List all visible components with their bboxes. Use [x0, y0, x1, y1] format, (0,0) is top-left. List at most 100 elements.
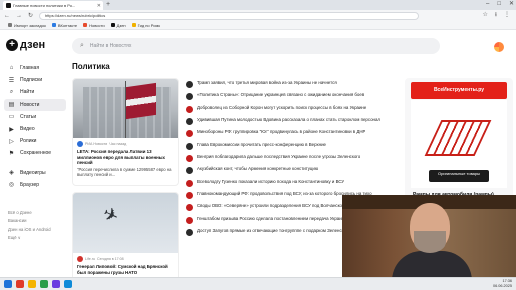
- import-icon: [8, 23, 12, 27]
- card-source: Life.ru Сегодня в 17:08: [73, 253, 178, 262]
- ad-badge: Оригинальные товары: [429, 170, 489, 182]
- clips-icon: ▷: [9, 138, 14, 145]
- sidebar-item-home[interactable]: ⌂ Главная: [4, 62, 66, 74]
- news-headline: Доброволец из Соборной Корон могут ускор…: [197, 104, 367, 110]
- window-controls: – □ ✕: [486, 0, 514, 9]
- source-logo-icon: [186, 118, 193, 126]
- app-icon[interactable]: [16, 280, 24, 288]
- source-logo-icon: [77, 256, 83, 262]
- news-item[interactable]: «Политика Страны»: Отрицание украинцев с…: [186, 92, 400, 104]
- sidebar-item-browser[interactable]: ◎ Браузер: [4, 179, 66, 191]
- footer-link[interactable]: Дзен на iOS и Android: [8, 226, 51, 234]
- browser-tab[interactable]: Главные новости политики в Ро... ✕: [3, 1, 103, 10]
- folder-icon[interactable]: [28, 280, 36, 288]
- chrome-icon[interactable]: [40, 280, 48, 288]
- news-photo: [73, 79, 178, 138]
- news-photo: ✈: [73, 193, 178, 253]
- source-logo-icon: [186, 93, 193, 101]
- news-card[interactable]: РИА Новости Час назад LETA: Россия перед…: [72, 78, 179, 186]
- sidebar-item-games[interactable]: ◈ Видеоигры: [4, 167, 66, 179]
- search-icon: ⌕: [80, 42, 84, 49]
- news-headline: Генштабом призыва Россию сделала постано…: [197, 215, 347, 221]
- bookmark-item[interactable]: ВКонтакте: [51, 23, 77, 28]
- back-icon[interactable]: ←: [4, 13, 10, 19]
- subscriptions-icon: ☰: [8, 77, 15, 84]
- source-logo-icon: [186, 81, 193, 88]
- dzen-logo-icon: +: [6, 39, 18, 51]
- star-icon[interactable]: ☆: [483, 10, 488, 21]
- telegram-icon[interactable]: [64, 280, 72, 288]
- dzen-favicon-icon: [6, 3, 11, 8]
- footer-link[interactable]: Всё о Дзене: [8, 209, 51, 217]
- news-headline: Трамп заявил, что третья мировая война и…: [197, 80, 337, 85]
- footer-link[interactable]: Ещё ∨: [8, 234, 51, 242]
- news-item[interactable]: Минобороны РФ: группировка "Юг" продвину…: [186, 129, 400, 141]
- window-close-icon[interactable]: ✕: [509, 0, 514, 9]
- articles-icon: ▭: [8, 114, 15, 121]
- source-logo-icon: [186, 130, 193, 138]
- card-title: Генерал Липовой: Сумской над Брянской бы…: [77, 264, 168, 275]
- source-logo-icon: [186, 105, 193, 113]
- avatar[interactable]: [494, 42, 504, 52]
- car-ramp-icon: [424, 120, 492, 156]
- ad-image: Оригинальные товары: [411, 100, 507, 188]
- bookmark-item[interactable]: Гид по Ромк: [131, 23, 160, 28]
- sidebar-item-subscriptions[interactable]: ☰ Подписки: [4, 74, 66, 86]
- menu-icon[interactable]: ⋮: [504, 10, 510, 21]
- sidebar-item-news[interactable]: ▤ Новости: [4, 98, 66, 111]
- close-icon[interactable]: ✕: [97, 3, 101, 9]
- bookmark-item[interactable]: Импорт закладок: [8, 23, 46, 28]
- sidebar-item-articles[interactable]: ▭ Статьи: [4, 111, 66, 123]
- news-headline: Венгрия поблагодарила дальше последствия…: [197, 154, 361, 160]
- card-text: "Россия перечислила в сумме 12995587 евр…: [77, 166, 172, 178]
- news-headline: Акузбийская конт, чтобы Армения конкретн…: [197, 166, 319, 172]
- page-title: Политика: [72, 62, 110, 71]
- video-icon: ▶: [9, 126, 14, 133]
- search-input[interactable]: ⌕ Найти в Новостях: [72, 38, 440, 54]
- dzen-logo[interactable]: + дзен: [6, 39, 45, 51]
- news-headline: Всеволодгу Гузенко показали историю похо…: [197, 178, 345, 184]
- url-field[interactable]: https://dzen.ru/news/rubric/politics: [39, 11, 420, 20]
- source-logo-icon: [186, 142, 193, 150]
- dzen-icon: [110, 23, 115, 27]
- forward-icon[interactable]: →: [16, 13, 22, 19]
- bookmark-item[interactable]: Новости: [83, 23, 105, 28]
- download-icon[interactable]: ⭳: [495, 10, 497, 21]
- browser-icon: ◎: [8, 182, 15, 189]
- app-icon[interactable]: [52, 280, 60, 288]
- maximize-icon[interactable]: □: [497, 0, 501, 9]
- news-item[interactable]: Удивившая Путина молодостью Вдовина расс…: [186, 117, 400, 129]
- news-item[interactable]: Трамп заявил, что третья мировая война и…: [186, 80, 400, 92]
- news-item[interactable]: Глава Еврокомиссии прочитать пресс-конфе…: [186, 142, 400, 154]
- news-item[interactable]: Доброволец из Соборной Корон могут ускор…: [186, 105, 400, 117]
- home-icon: ⌂: [9, 65, 14, 72]
- source-logo-icon: [186, 192, 193, 200]
- news-item[interactable]: Венгрия поблагодарила дальше последствия…: [186, 154, 400, 166]
- news-headline: «Политика Страны»: Отрицание украинцев с…: [197, 92, 365, 98]
- source-logo-icon: [186, 229, 193, 237]
- sidebar-item-video[interactable]: ▶ Видео: [4, 123, 66, 135]
- footer-link[interactable]: Вакансии: [8, 217, 51, 225]
- ad-brand: ВсеИнструменты.ру: [411, 82, 507, 99]
- card-title: LETA: Россия передала Латвии 13 миллионо…: [77, 149, 165, 166]
- news-item[interactable]: Акузбийская конт, чтобы Армения конкретн…: [186, 166, 400, 178]
- sidebar-item-saved[interactable]: ⚑ Сохраненное: [4, 147, 66, 159]
- bookmark-item[interactable]: Дзен: [110, 23, 126, 28]
- start-icon[interactable]: [4, 280, 12, 288]
- news-headline: Минобороны РФ: группировка "Юг" продвину…: [197, 129, 366, 135]
- news-item[interactable]: Всеволодгу Гузенко показали историю похо…: [186, 179, 400, 191]
- sidebar: ⌂ Главная ☰ Подписки ⌕ Найти ▤ Новости ▭ Стат…: [4, 62, 66, 191]
- footer-links: Всё о Дзене Вакансии Дзен на iOS и Andro…: [8, 209, 51, 243]
- sidebar-item-find[interactable]: ⌕ Найти: [4, 86, 66, 98]
- minimize-icon[interactable]: –: [486, 0, 489, 9]
- source-logo-icon: [186, 216, 193, 224]
- sidebar-item-clips[interactable]: ▷ Ролики: [4, 135, 66, 147]
- source-logo-icon: [186, 204, 193, 212]
- new-tab-icon[interactable]: +: [106, 1, 110, 9]
- clock: 17:36 06.06.2025: [492, 279, 512, 288]
- reload-icon[interactable]: ↻: [28, 12, 33, 19]
- tab-title: Главные новости политики в Ро...: [13, 3, 76, 8]
- browser-tab-bar: Главные новости политики в Ро... ✕ + – □…: [0, 0, 516, 10]
- news-card[interactable]: ✈ Life.ru Сегодня в 17:08 Генерал Липово…: [72, 192, 179, 284]
- source-logo-icon: [186, 179, 193, 187]
